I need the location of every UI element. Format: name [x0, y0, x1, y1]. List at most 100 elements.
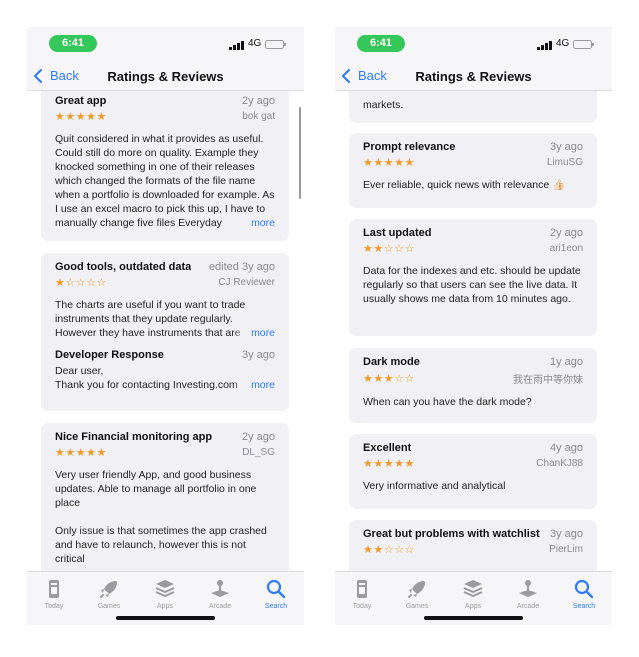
tab-label: Today [44, 603, 64, 610]
battery-icon [265, 40, 286, 49]
review-author: bok gat [242, 111, 275, 122]
back-button[interactable]: Back [33, 68, 79, 83]
network-type: 4G [248, 38, 262, 49]
review-date: edited 3y ago [208, 261, 275, 273]
more-link[interactable]: more [233, 326, 275, 340]
star-rating: ★★★★★ [55, 447, 107, 459]
review-title: Great but problems with watchlist [363, 528, 540, 540]
star-rating: ★★★★★ [363, 458, 415, 470]
tab-label: Games [405, 603, 429, 610]
star-rating: ★☆☆☆☆ [55, 277, 107, 289]
navigation-bar: Back Ratings & Reviews [335, 59, 612, 91]
search-icon [266, 579, 286, 599]
tab-games[interactable]: Games [391, 578, 443, 610]
review-card[interactable]: Dark mode 1y ago ★★★☆☆ 我在雨中等你妹 When can … [349, 348, 597, 423]
review-body-paragraph: Only issue is that sometimes the app cra… [55, 525, 267, 565]
tab-search[interactable]: Search [558, 578, 610, 610]
status-bar: 6:41 4G [335, 27, 612, 59]
review-card[interactable]: markets. [349, 91, 597, 123]
tab-label: Apps [465, 603, 481, 610]
network-type: 4G [556, 38, 570, 49]
tab-games[interactable]: Games [83, 578, 135, 610]
tab-today[interactable]: Today [28, 578, 80, 610]
review-body: markets. [363, 99, 404, 111]
star-rating: ★★★★★ [363, 157, 415, 169]
review-author: ChanKJ88 [536, 458, 583, 469]
tab-search[interactable]: Search [250, 578, 302, 610]
review-author: PierLim [549, 544, 583, 555]
review-body: When can you have the dark mode? [363, 396, 532, 408]
phone-screen-right: 6:41 4G Back Ratings & Reviews markets. … [335, 27, 612, 625]
review-date: 3y ago [549, 141, 583, 153]
review-title: Dark mode [363, 356, 420, 368]
review-date: 1y ago [549, 356, 583, 368]
more-link[interactable]: more [233, 216, 275, 230]
status-bar: 6:41 4G [27, 27, 304, 59]
chevron-left-icon [342, 68, 350, 83]
scrollbar[interactable] [298, 107, 301, 199]
apps-stack-icon [155, 580, 175, 598]
review-card[interactable]: Great but problems with watchlist 3y ago… [349, 520, 597, 571]
chevron-left-icon [34, 68, 42, 83]
review-date: 3y ago [549, 528, 583, 540]
review-card[interactable]: Last updated 2y ago ★★☆☆☆ ari1eon Data f… [349, 219, 597, 336]
arcade-joystick-icon [211, 580, 229, 597]
reviews-list[interactable]: markets. Prompt relevance 3y ago ★★★★★ L… [335, 91, 612, 571]
review-title: Good tools, outdated data [55, 261, 192, 273]
search-icon [574, 579, 594, 599]
review-title: Prompt relevance [363, 141, 456, 153]
cellular-signal-icon [537, 40, 553, 50]
review-card[interactable]: Great app 2y ago ★★★★★ bok gat Quit cons… [41, 91, 289, 241]
review-body: Very user friendly App, and good busines… [55, 469, 257, 509]
today-icon [49, 580, 59, 598]
star-rating: ★★★☆☆ [363, 373, 415, 385]
back-label: Back [50, 68, 79, 83]
review-author: ari1eon [549, 243, 583, 254]
apps-stack-icon [463, 580, 483, 598]
review-author: 我在雨中等你妹 [513, 375, 583, 386]
tab-arcade[interactable]: Arcade [194, 578, 246, 610]
review-card[interactable]: Good tools, outdated data edited 3y ago … [41, 253, 289, 411]
tab-label: Search [264, 603, 288, 610]
tab-label: Search [572, 603, 596, 610]
review-body: Data for the indexes and etc. should be … [363, 265, 581, 305]
review-card[interactable]: Excellent 4y ago ★★★★★ ChanKJ88 Very inf… [349, 434, 597, 509]
review-card[interactable]: Prompt relevance 3y ago ★★★★★ LimuSG Eve… [349, 133, 597, 208]
games-rocket-icon [408, 581, 425, 598]
back-label: Back [358, 68, 387, 83]
review-date: 4y ago [549, 442, 583, 454]
review-title: Excellent [363, 442, 412, 454]
review-author: DL_SG [242, 447, 275, 458]
developer-response-header: Developer Response 3y ago [55, 349, 275, 361]
review-author: CJ Reviewer [218, 277, 275, 288]
review-title: Great app [55, 95, 107, 107]
games-rocket-icon [100, 581, 117, 598]
review-date: 2y ago [241, 95, 275, 107]
navigation-bar: Back Ratings & Reviews [27, 59, 304, 91]
tab-label: Today [352, 603, 372, 610]
review-body: Ever reliable, quick news with relevance… [363, 179, 566, 191]
tab-bar: Today Games Apps Arcade Search [27, 571, 304, 625]
developer-response-title: Developer Response [55, 349, 164, 361]
tab-label: Arcade [208, 603, 232, 610]
review-body: Very informative and analytical [363, 480, 506, 492]
tab-today[interactable]: Today [336, 578, 388, 610]
tab-apps[interactable]: Apps [447, 578, 499, 610]
star-rating: ★★☆☆☆ [363, 544, 415, 556]
star-rating: ★★★★★ [55, 111, 107, 123]
cellular-signal-icon [229, 40, 245, 50]
phone-screen-left: 6:41 4G Back Ratings & Reviews Great app… [27, 27, 304, 625]
tab-apps[interactable]: Apps [139, 578, 191, 610]
tab-label: Arcade [516, 603, 540, 610]
tab-bar: Today Games Apps Arcade Search [335, 571, 612, 625]
status-time: 6:41 [357, 35, 405, 52]
home-indicator[interactable] [116, 616, 215, 620]
back-button[interactable]: Back [341, 68, 387, 83]
home-indicator[interactable] [424, 616, 523, 620]
review-date: 2y ago [241, 431, 275, 443]
review-card[interactable]: Nice Financial monitoring app 2y ago ★★★… [41, 423, 289, 571]
reviews-list[interactable]: Great app 2y ago ★★★★★ bok gat Quit cons… [27, 91, 304, 571]
tab-arcade[interactable]: Arcade [502, 578, 554, 610]
developer-response-more-link[interactable]: more [233, 378, 275, 392]
review-date: 2y ago [549, 227, 583, 239]
